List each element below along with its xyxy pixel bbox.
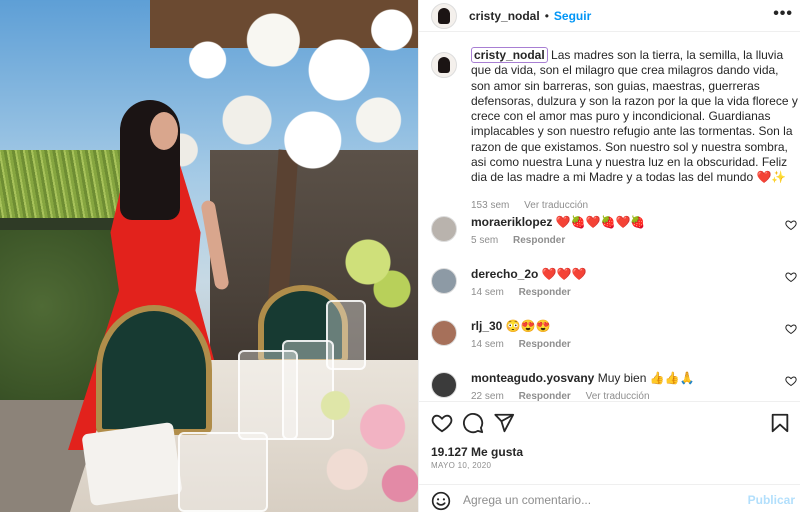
- comment-meta: 22 sem Responder Ver traducción: [471, 391, 650, 401]
- caption-text: Las madres son la tierra, la semilla, la…: [471, 48, 798, 185]
- post-date: MAYO 10, 2020: [431, 461, 492, 470]
- like-comment-heart-icon[interactable]: [785, 219, 797, 231]
- post-header: cristy_nodal • Seguir •••: [419, 0, 800, 32]
- comment-age: 14 sem: [471, 287, 504, 298]
- reply-button[interactable]: Responder: [519, 287, 571, 298]
- comment-username[interactable]: moraeriklopez: [471, 215, 552, 229]
- comments-scroll-area[interactable]: cristy_nodal Las madres son la tierra, l…: [419, 33, 800, 401]
- caption-text-block: cristy_nodal Las madres son la tierra, l…: [471, 47, 800, 186]
- heart-icon[interactable]: [431, 412, 453, 434]
- comment-item: rlj_30 😳😍😍 14 sem Responder: [431, 317, 799, 359]
- post-side-panel: cristy_nodal • Seguir ••• cristy_nodal L…: [418, 0, 800, 512]
- avatar[interactable]: [431, 372, 457, 398]
- reply-button[interactable]: Responder: [519, 339, 571, 350]
- comment-age: 22 sem: [471, 391, 504, 401]
- photo-blossom-tree: [155, 0, 418, 200]
- photo-napkin: [81, 421, 183, 507]
- emoji-icon[interactable]: [431, 491, 451, 511]
- comment-line: monteagudo.yosvany Muy bien 👍👍🙏: [471, 371, 695, 385]
- comment-item: derecho_2o ❤️❤️❤️ 14 sem Responder: [431, 265, 799, 307]
- see-translation-link[interactable]: Ver traducción: [524, 200, 588, 211]
- post-photo[interactable]: [0, 0, 418, 512]
- caption-meta: 153 sem Ver traducción: [471, 200, 588, 211]
- reply-button[interactable]: Responder: [519, 391, 571, 401]
- comment-composer: Publicar: [419, 484, 800, 512]
- comment-meta: 14 sem Responder: [471, 339, 571, 350]
- comment-username[interactable]: monteagudo.yosvany: [471, 371, 594, 385]
- avatar[interactable]: [431, 320, 457, 346]
- photo-flowers: [300, 370, 418, 512]
- comment-text: ❤️🍓❤️🍓❤️🍓: [555, 215, 646, 229]
- photo-glass: [178, 432, 268, 512]
- like-comment-heart-icon[interactable]: [785, 375, 797, 387]
- comment-text: 😳😍😍: [505, 319, 551, 333]
- avatar[interactable]: [431, 2, 457, 29]
- photo-chair: [96, 305, 212, 435]
- header-username[interactable]: cristy_nodal: [469, 9, 540, 23]
- comment-text: ❤️❤️❤️: [541, 267, 587, 281]
- publish-button[interactable]: Publicar: [748, 493, 795, 507]
- comment-line: moraeriklopez ❤️🍓❤️🍓❤️🍓: [471, 215, 645, 229]
- caption-username[interactable]: cristy_nodal: [471, 47, 548, 63]
- more-options-icon[interactable]: •••: [773, 5, 793, 23]
- comment-username[interactable]: derecho_2o: [471, 267, 538, 281]
- photo-glass: [326, 300, 366, 370]
- follow-button[interactable]: Seguir: [554, 9, 591, 23]
- reply-button[interactable]: Responder: [513, 235, 565, 246]
- like-comment-heart-icon[interactable]: [785, 271, 797, 283]
- likes-count[interactable]: 19.127 Me gusta: [431, 445, 523, 459]
- comment-username[interactable]: rlj_30: [471, 319, 502, 333]
- photo-face: [150, 112, 178, 150]
- comment-age: 14 sem: [471, 339, 504, 350]
- avatar[interactable]: [431, 268, 457, 294]
- bookmark-icon[interactable]: [769, 412, 791, 434]
- like-comment-heart-icon[interactable]: [785, 323, 797, 335]
- avatar[interactable]: [431, 52, 457, 78]
- see-translation-link[interactable]: Ver traducción: [586, 391, 650, 401]
- comment-meta: 14 sem Responder: [471, 287, 571, 298]
- comment-meta: 5 sem Responder: [471, 235, 565, 246]
- separator-dot: •: [544, 8, 549, 23]
- comment-icon[interactable]: [462, 412, 484, 434]
- comment-text: Muy bien 👍👍🙏: [597, 371, 695, 385]
- comment-age: 5 sem: [471, 235, 499, 246]
- comment-item: monteagudo.yosvany Muy bien 👍👍🙏 22 sem R…: [431, 369, 799, 401]
- send-icon[interactable]: [493, 412, 515, 434]
- avatar[interactable]: [431, 216, 457, 242]
- comment-item: moraeriklopez ❤️🍓❤️🍓❤️🍓 5 sem Responder: [431, 213, 799, 255]
- comment-line: derecho_2o ❤️❤️❤️: [471, 267, 587, 281]
- comment-input[interactable]: [463, 491, 743, 509]
- caption-age: 153 sem: [471, 200, 510, 211]
- comment-line: rlj_30 😳😍😍: [471, 319, 551, 333]
- post-actions: 19.127 Me gusta MAYO 10, 2020 Publicar: [419, 401, 800, 512]
